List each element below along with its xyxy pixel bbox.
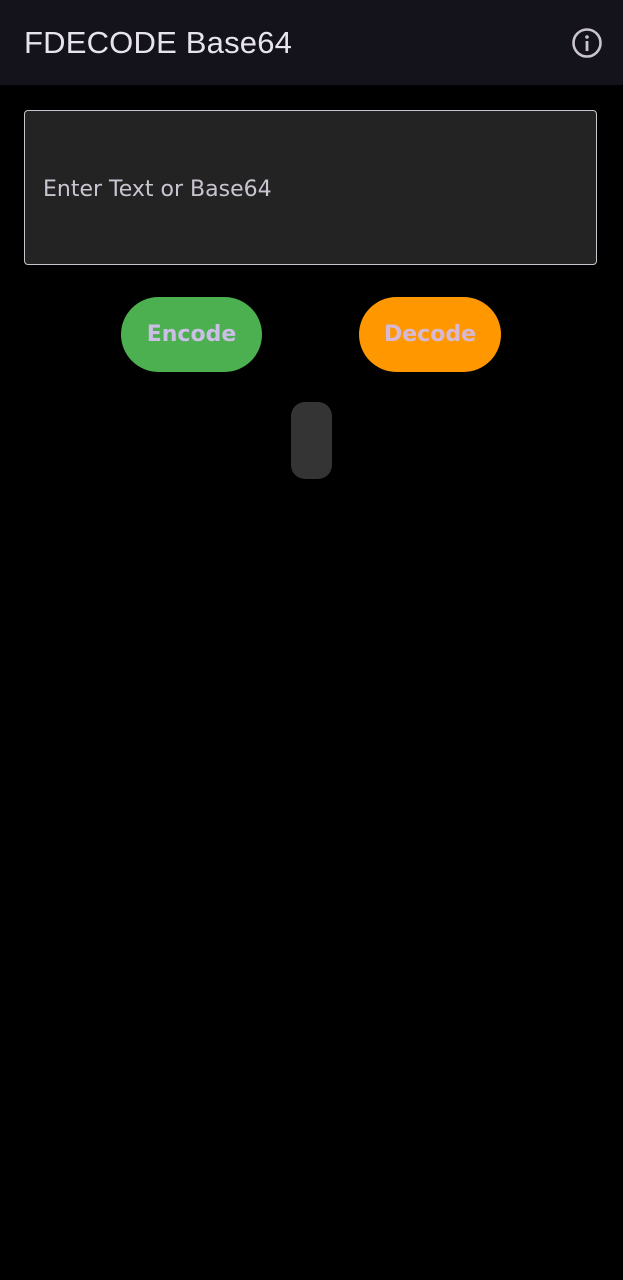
base64-text-field[interactable] [24,110,597,265]
info-circle-icon [572,28,602,58]
decode-button[interactable]: Decode [359,297,501,372]
encode-button[interactable]: Encode [121,297,262,372]
text-input[interactable] [43,171,573,207]
output-result-box [291,402,332,479]
top-app-bar: FDECODE Base64 [0,0,623,85]
app-screen: FDECODE Base64 Encode Decode [0,0,623,1280]
info-button[interactable] [561,17,613,69]
app-title: FDECODE Base64 [24,25,293,60]
